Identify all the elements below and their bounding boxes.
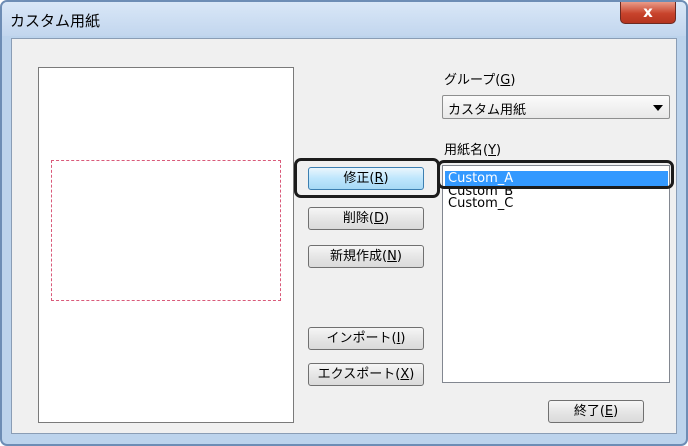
dialog-window: カスタム用紙 x 修正(R) 削除(D) 新規作成(N) インポート(I) エク…: [0, 0, 688, 446]
import-button[interactable]: インポート(I): [308, 327, 424, 350]
paper-name-list[interactable]: Custom_A Custom_B Custom_C: [442, 165, 670, 383]
group-select[interactable]: カスタム用紙: [442, 95, 670, 119]
title-bar[interactable]: カスタム用紙 x: [2, 2, 686, 36]
dialog-body: 修正(R) 削除(D) 新規作成(N) インポート(I) エクスポート(X) グ…: [11, 38, 677, 434]
paper-outline: [51, 160, 281, 301]
new-button[interactable]: 新規作成(N): [308, 245, 424, 268]
export-button[interactable]: エクスポート(X): [308, 363, 424, 386]
group-selected-value: カスタム用紙: [448, 103, 527, 118]
group-label: グループ(G): [444, 73, 516, 88]
close-icon: x: [643, 3, 653, 21]
list-highlight-ring: [437, 160, 674, 189]
paper-name-label: 用紙名(Y): [444, 143, 502, 158]
paper-preview: [38, 67, 294, 423]
window-title: カスタム用紙: [10, 12, 101, 30]
modify-button[interactable]: 修正(R): [308, 167, 424, 190]
chevron-down-icon[interactable]: [653, 105, 663, 111]
exit-button[interactable]: 終了(E): [548, 400, 644, 423]
close-button[interactable]: x: [620, 2, 676, 24]
list-item[interactable]: Custom_C: [445, 196, 668, 212]
delete-button[interactable]: 削除(D): [308, 207, 424, 230]
